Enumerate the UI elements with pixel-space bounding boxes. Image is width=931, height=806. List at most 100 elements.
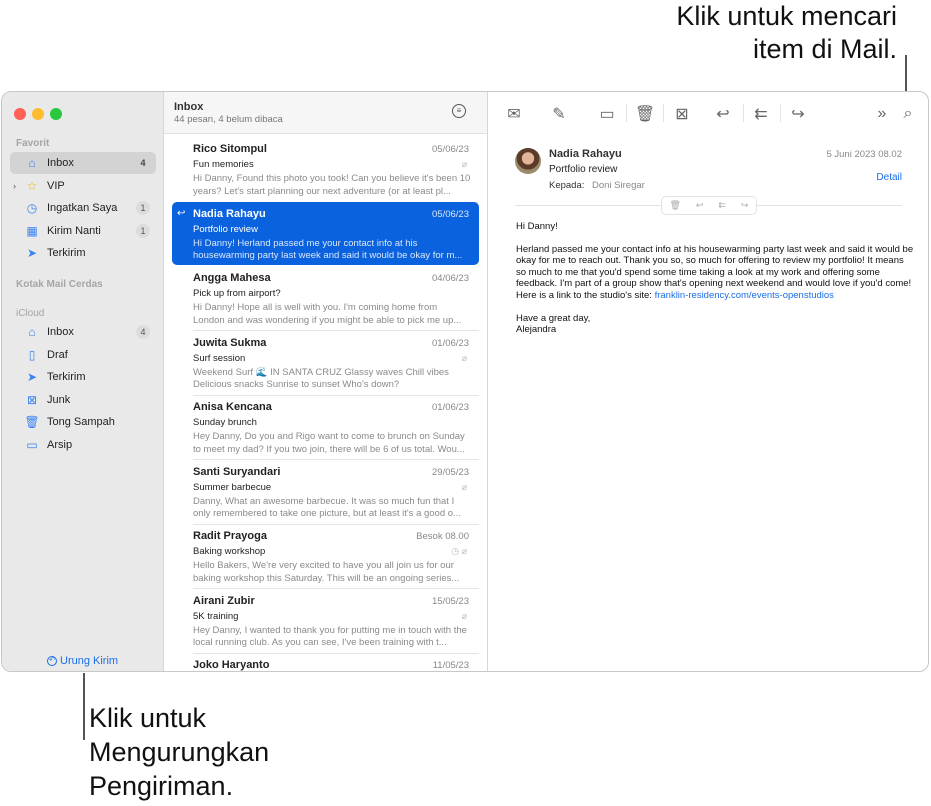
to-label: Kepada: — [549, 180, 585, 191]
message-date: 05/06/23 — [432, 144, 469, 155]
message-list: Inbox 44 pesan, 4 belum dibaca ≡ Rico Si… — [164, 92, 488, 671]
hover-actions: 🗑︎ ↩ ⇇ ↪ — [661, 196, 757, 215]
message-date: 01/06/23 — [432, 337, 469, 349]
close-button[interactable] — [14, 108, 26, 120]
sidebar-item-arsip[interactable]: ▭ Arsip — [10, 434, 156, 456]
reply-all-icon[interactable]: ⇇ — [718, 200, 726, 211]
callout-text: Pengiriman. — [89, 771, 234, 801]
message-row[interactable]: Radit Prayoga Besok 08.00 Baking workshop ◷… — [172, 524, 479, 589]
message-date: 11/05/23 — [432, 660, 469, 671]
message-body: Hi Danny! Herland passed me your contact… — [516, 221, 916, 347]
body-signature: Alejandra — [516, 324, 557, 336]
message-date: Besok 08.00 — [416, 531, 469, 542]
message-subject: Sunday brunch — [193, 417, 257, 428]
message-row[interactable]: Joko Haryanto11/05/23Illustration refere… — [172, 653, 479, 671]
paperclip-icon: ⌀ — [461, 610, 467, 621]
sidebar-item-label: Terkirim — [47, 371, 86, 384]
details-link[interactable]: Detail — [876, 172, 902, 183]
trash-icon: 🗑︎ — [24, 415, 40, 430]
undo-icon: ↶ — [47, 656, 57, 666]
message-date: 05/06/23 — [432, 208, 469, 220]
message-subject: Surf session — [193, 352, 246, 364]
search-icon[interactable]: ⌕ — [897, 104, 919, 124]
message-row[interactable]: Airani Zubir 15/05/23 5K training ⌀ Hey Dann… — [172, 589, 479, 654]
callout-text: item di Mail. — [752, 34, 897, 64]
sidebar-item-inbox[interactable]: ⌂ Inbox 4 — [10, 321, 156, 343]
undo-send-label: Urung Kirim — [60, 655, 119, 667]
minimize-button[interactable] — [32, 108, 44, 120]
message-row[interactable]: Santi Suryandari 29/05/23 Summer barbecue ⌀… — [172, 460, 479, 525]
junk-icon[interactable]: ⊠ — [671, 104, 693, 124]
callout-text: Mengurungkan — [89, 737, 270, 767]
unread-badge: 1 — [136, 201, 150, 216]
section-icloud: iCloud — [16, 308, 45, 319]
undo-callout: Klik untuk Mengurungkan Pengiriman. — [89, 701, 269, 803]
sidebar-item-terkirim[interactable]: ➤ Terkirim — [10, 366, 156, 388]
paperclip-icon: ⌀ — [461, 352, 467, 363]
message-preview: Danny, What an awesome barbecue. It was … — [193, 495, 461, 520]
filter-icon[interactable]: ≡ — [452, 104, 466, 118]
sidebar-item-vip[interactable]: › ☆ VIP — [10, 175, 156, 197]
message-preview: Weekend Surf 🌊 IN SANTA CRUZ Glassy wave… — [193, 366, 449, 391]
callout-text: Klik untuk — [89, 703, 207, 733]
unread-badge: 1 — [136, 223, 150, 238]
mailbox-title: Inbox — [174, 101, 204, 113]
message-subject: Fun memories — [193, 159, 254, 170]
mail-window: Favorit ⌂ Inbox 4 › ☆ VIP ◷ Ingatkan Saya 1 ▦ Kiri… — [1, 91, 929, 672]
document-icon: ▯ — [28, 347, 36, 362]
new-message-icon[interactable]: ✉ — [503, 104, 525, 124]
trash-icon[interactable]: 🗑︎ — [669, 200, 680, 211]
sidebar-item-label: Kirim Nanti — [47, 224, 101, 237]
forward-icon[interactable]: ↪ — [741, 200, 749, 211]
toolbar-separator — [743, 104, 744, 122]
paperclip-icon: ⌀ — [461, 481, 467, 492]
section-smart-mailboxes[interactable]: Kotak Mail Cerdas — [16, 279, 103, 290]
sidebar-item-terkirim[interactable]: ➤ Terkirim — [10, 242, 156, 264]
forward-icon[interactable]: ↪ — [787, 104, 809, 124]
message-sender: Rico Sitompul — [193, 143, 267, 155]
inbox-icon: ⌂ — [28, 156, 36, 170]
compose-icon[interactable]: ✎ — [548, 104, 570, 124]
message-preview: Hi Danny, Found this photo you took! Can… — [193, 173, 471, 197]
reply-icon[interactable]: ↩ — [712, 104, 734, 124]
trash-icon[interactable]: 🗑︎ — [634, 104, 656, 124]
sidebar-item-tong-sampah[interactable]: 🗑︎ Tong Sampah — [10, 411, 156, 433]
reply-all-icon[interactable]: ⇇ — [750, 104, 772, 124]
sidebar-item-label: Inbox — [47, 326, 74, 338]
message-preview: Hello Bakers, We're very excited to have… — [193, 560, 460, 584]
paperplane-icon: ➤ — [26, 246, 38, 261]
callout-text: Klik untuk mencari — [676, 1, 897, 31]
more-icon[interactable]: » — [871, 104, 893, 124]
message-preview: Hey Danny, I wanted to thank you for put… — [193, 624, 467, 649]
message-row[interactable]: Anisa Kencana 01/06/23 Sunday brunch Hey Da… — [172, 395, 479, 460]
undo-send-button[interactable]: ↶ Urung Kirim — [47, 655, 118, 667]
sidebar-item-draf[interactable]: ▯ Draf — [10, 344, 156, 366]
sidebar-item-inbox[interactable]: ⌂ Inbox 4 — [10, 152, 156, 174]
message-sender: Juwita Sukma — [193, 336, 267, 349]
body-greeting: Hi Danny! — [516, 221, 558, 232]
message-row[interactable]: Juwita Sukma 01/06/23 Surf session ⌀ Weekend… — [172, 331, 479, 396]
sidebar-item-label: Tong Sampah — [47, 416, 115, 429]
archive-icon[interactable]: ▭ — [596, 104, 618, 124]
sidebar-item-ingatkan-saya[interactable]: ◷ Ingatkan Saya 1 — [10, 197, 156, 219]
star-icon: ☆ — [26, 178, 38, 193]
clock-icon: ◷ — [26, 201, 38, 216]
paperplane-icon: ➤ — [26, 370, 38, 385]
sidebar-item-label: Terkirim — [47, 247, 86, 260]
reply-icon[interactable]: ↩ — [696, 200, 704, 211]
archive-icon: ▭ — [26, 438, 38, 452]
sidebar-item-junk[interactable]: ⊠ Junk — [10, 389, 156, 411]
section-favorites: Favorit — [16, 138, 50, 149]
message-row[interactable]: Angga Mahesa 04/06/23 Pick up from airport… — [172, 266, 479, 331]
chevron-right-icon[interactable]: › — [13, 181, 16, 191]
message-sender: Anisa Kencana — [193, 401, 272, 413]
sidebar-item-kirim-nanti[interactable]: ▦ Kirim Nanti 1 — [10, 220, 156, 242]
studio-link[interactable]: franklin-residency.com/events-openstudio… — [655, 290, 834, 301]
message-row[interactable]: ↩ Nadia Rahayu 05/06/23 Portfolio review Hi … — [172, 201, 479, 265]
recipient[interactable]: Doni Siregar — [592, 180, 645, 191]
sidebar-item-label: Junk — [47, 393, 71, 406]
zoom-button[interactable] — [50, 108, 62, 120]
sender-name[interactable]: Nadia Rahayu — [549, 148, 622, 160]
message-row[interactable]: Rico Sitompul 05/06/23 Fun memories ⌀ Hi Dan… — [172, 137, 479, 200]
message-sender: Angga Mahesa — [193, 272, 271, 284]
